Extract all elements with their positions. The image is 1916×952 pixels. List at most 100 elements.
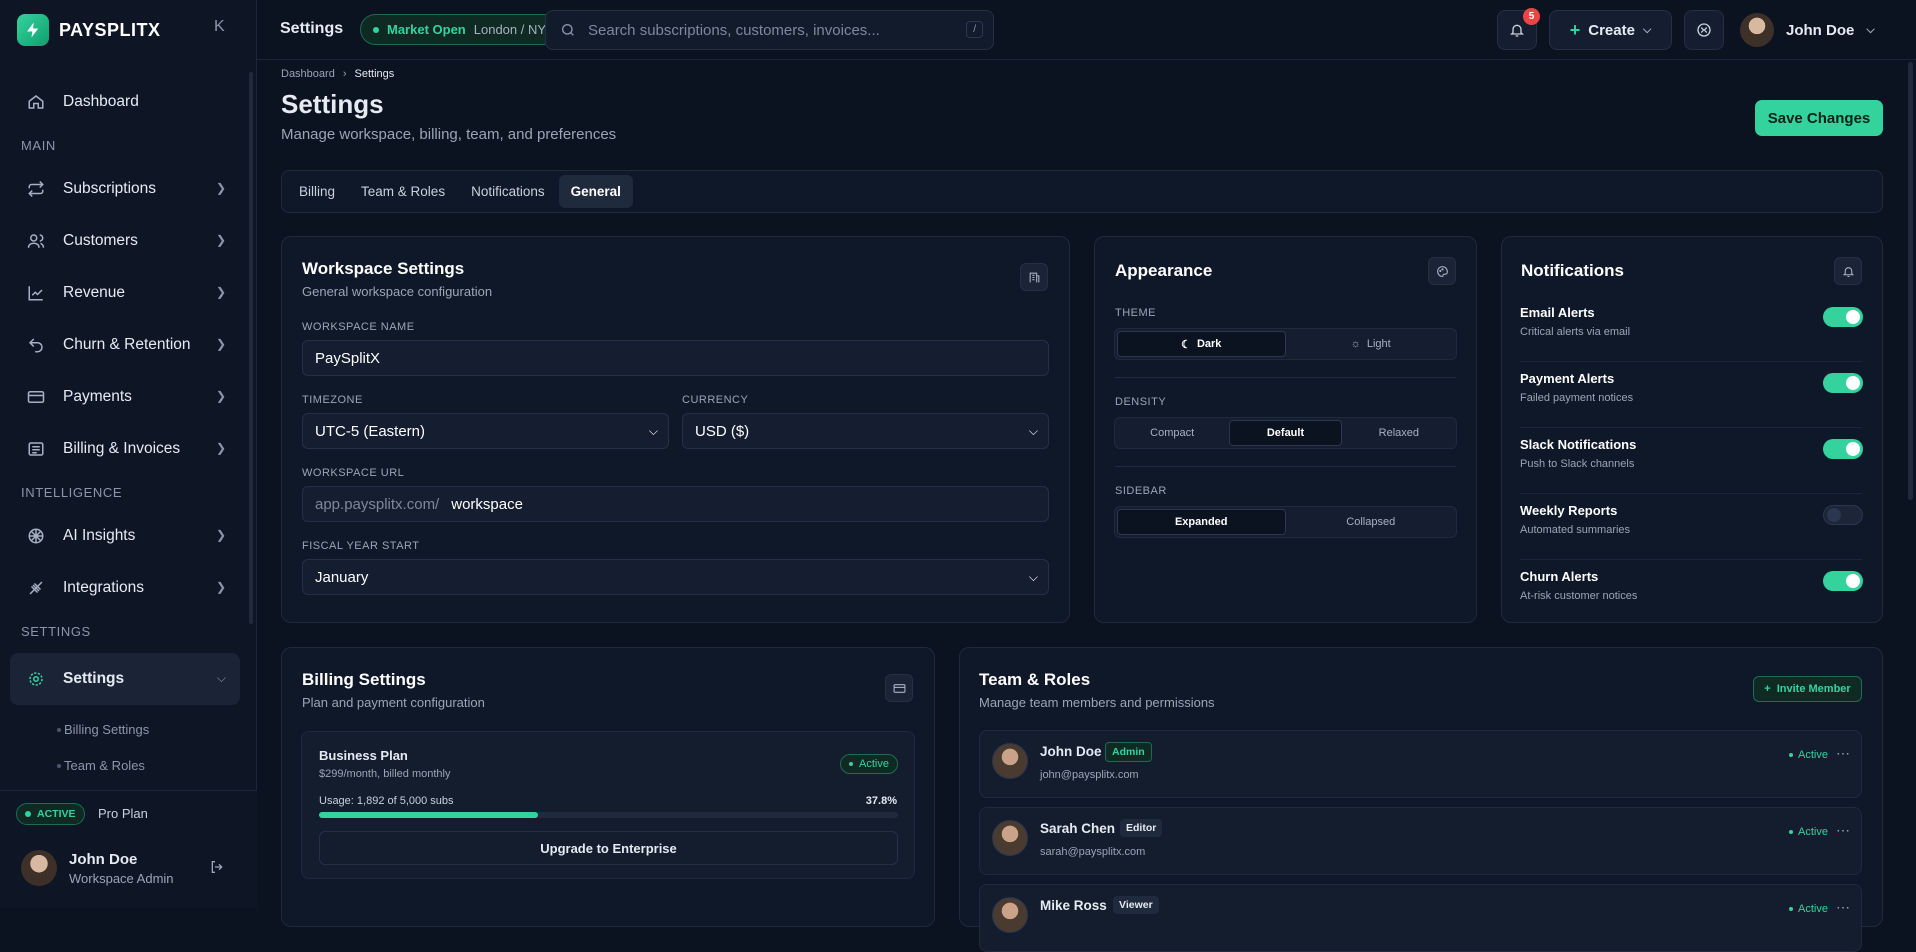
member-name: Sarah Chen	[1040, 821, 1116, 836]
sidebar-expanded-option[interactable]: Expanded	[1117, 509, 1286, 535]
notification-row: Weekly Reports Automated summaries	[1520, 494, 1863, 560]
breadcrumb-root[interactable]: Dashboard	[281, 68, 335, 80]
sidebar-item-integrations[interactable]: Integrations ❯	[10, 566, 240, 610]
workspace-url-input[interactable]: app.paysplitx.com/ workspace	[302, 486, 1049, 522]
sidebar-item-label: Dashboard	[63, 93, 139, 110]
timezone-select[interactable]: UTC-5 (Eastern) ⌵	[302, 413, 669, 449]
team-member-row[interactable]: Sarah Chen Editor sarah@paysplitx.com Activ…	[979, 807, 1862, 875]
card-title: Workspace Settings	[302, 259, 465, 278]
plug-icon	[29, 581, 43, 595]
search-shortcut-key: /	[966, 21, 983, 38]
density-relaxed-option[interactable]: Relaxed	[1344, 420, 1454, 446]
sidebar-item-payments[interactable]: Payments ❯	[10, 375, 240, 419]
fiscal-year-select[interactable]: January ⌵	[302, 559, 1049, 595]
sidebar-item-churn[interactable]: Churn & Retention ❯	[10, 323, 240, 367]
team-member-row[interactable]: John Doe Admin john@paysplitx.com Active ⋯	[979, 730, 1862, 798]
bell-icon[interactable]	[1834, 257, 1862, 285]
save-changes-button[interactable]: Save Changes	[1755, 100, 1883, 136]
page-scrollbar[interactable]	[1908, 62, 1913, 500]
building-icon[interactable]	[1020, 263, 1048, 291]
brain-icon	[1697, 23, 1711, 37]
brand-name: PAYSPLITX	[59, 19, 161, 40]
lightning-icon	[17, 14, 49, 46]
theme-dark-option[interactable]: ☾ Dark	[1117, 331, 1286, 357]
more-options-icon[interactable]: ⋯	[1836, 745, 1850, 762]
bell-icon	[1510, 24, 1524, 37]
create-button[interactable]: + Create ⌵	[1549, 10, 1672, 50]
notification-toggle[interactable]	[1823, 307, 1863, 327]
notification-toggle[interactable]	[1823, 571, 1863, 591]
logout-icon[interactable]	[209, 859, 225, 875]
card-subtitle: Manage team members and permissions	[979, 695, 1215, 710]
sidebar-item-revenue[interactable]: Revenue ❯	[10, 271, 240, 315]
notification-toggle[interactable]	[1823, 505, 1863, 525]
card-title: Billing Settings	[302, 670, 426, 689]
sidebar-item-label: Payments	[63, 388, 132, 405]
role-badge: Admin	[1105, 742, 1152, 762]
chevron-right-icon: ❯	[215, 233, 226, 247]
sidebar-scrollbar[interactable]	[249, 72, 253, 624]
plan-name: Business Plan	[319, 748, 408, 763]
status-dot	[25, 811, 31, 817]
brand-logo[interactable]: PAYSPLITX	[17, 14, 161, 46]
team-member-row[interactable]: Mike Ross Viewer Active ⋯	[979, 884, 1862, 952]
divider	[1115, 466, 1456, 467]
search-input[interactable]	[588, 21, 948, 39]
chevron-down-icon: ⌵	[1642, 23, 1652, 36]
sidebar-item-settings[interactable]: Settings ⌵	[10, 653, 240, 705]
topbar-user-name: John Doe	[1786, 21, 1855, 39]
sidebar-item-ai-insights[interactable]: AI Insights ❯	[10, 514, 240, 558]
currency-value: USD ($)	[695, 422, 750, 440]
sidebar-item-subscriptions[interactable]: Subscriptions ❯	[10, 167, 240, 211]
create-label: Create	[1588, 21, 1635, 39]
status-dot	[849, 762, 853, 766]
workspace-name-input[interactable]: PaySplitX	[302, 340, 1049, 376]
density-default-option[interactable]: Default	[1229, 420, 1342, 446]
chevron-right-icon: ❯	[215, 528, 226, 542]
theme-toggle: ☾ Dark ☼ Light	[1114, 328, 1457, 360]
card-subtitle: Plan and payment configuration	[302, 695, 485, 710]
notification-row: Slack Notifications Push to Slack channel…	[1520, 428, 1863, 494]
member-name: John Doe	[1040, 744, 1102, 759]
global-search[interactable]: /	[545, 10, 994, 50]
moon-icon: ☾	[1181, 338, 1191, 351]
page-subtitle: Manage workspace, billing, team, and pre…	[281, 126, 617, 143]
density-compact-option[interactable]: Compact	[1117, 420, 1227, 446]
tab-general[interactable]: General	[558, 175, 633, 208]
role-badge: Viewer	[1113, 896, 1159, 914]
ai-assistant-button[interactable]	[1684, 10, 1724, 50]
sidebar-item-dashboard[interactable]: Dashboard	[10, 80, 240, 124]
chevron-right-icon: ❯	[215, 441, 226, 455]
chevron-down-icon: ⌵	[648, 424, 658, 438]
sidebar-collapse-button[interactable]: K	[214, 18, 225, 36]
notifications-button[interactable]: 5	[1497, 8, 1540, 50]
upgrade-button[interactable]: Upgrade to Enterprise	[319, 831, 898, 865]
user-menu[interactable]: John Doe ⌵	[1740, 13, 1875, 47]
currency-select[interactable]: USD ($) ⌵	[682, 413, 1049, 449]
more-options-icon[interactable]: ⋯	[1836, 822, 1850, 839]
theme-light-option[interactable]: ☼ Light	[1288, 331, 1455, 357]
sidebar-subitem-billing-settings[interactable]: Billing Settings	[57, 711, 250, 747]
tab-billing[interactable]: Billing	[287, 175, 347, 208]
notification-toggle[interactable]	[1823, 439, 1863, 459]
sidebar-item-billing[interactable]: Billing & Invoices ❯	[10, 427, 240, 471]
card-title: Notifications	[1521, 261, 1624, 280]
sidebar-collapsed-option[interactable]: Collapsed	[1288, 509, 1455, 535]
url-prefix: app.paysplitx.com/	[315, 495, 440, 513]
sidebar-item-customers[interactable]: Customers ❯	[10, 219, 240, 263]
chevron-right-icon: ❯	[215, 389, 226, 403]
search-icon	[562, 24, 574, 36]
member-email: sarah@paysplitx.com	[1040, 846, 1146, 858]
notification-toggle[interactable]	[1823, 373, 1863, 393]
sidebar-footer: ACTIVE Pro Plan John Doe Workspace Admin	[0, 790, 257, 908]
tab-team-roles[interactable]: Team & Roles	[349, 175, 457, 208]
sidebar-subitem-team-roles[interactable]: Team & Roles	[57, 747, 250, 783]
chevron-right-icon: ❯	[215, 285, 226, 299]
avatar[interactable]	[21, 850, 57, 886]
credit-card-icon[interactable]	[885, 674, 913, 702]
tab-notifications[interactable]: Notifications	[459, 175, 557, 208]
density-toggle: Compact Default Relaxed	[1114, 417, 1457, 449]
palette-icon[interactable]	[1428, 257, 1456, 285]
invite-member-button[interactable]: + Invite Member	[1753, 676, 1862, 702]
notification-title: Churn Alerts	[1520, 569, 1599, 584]
